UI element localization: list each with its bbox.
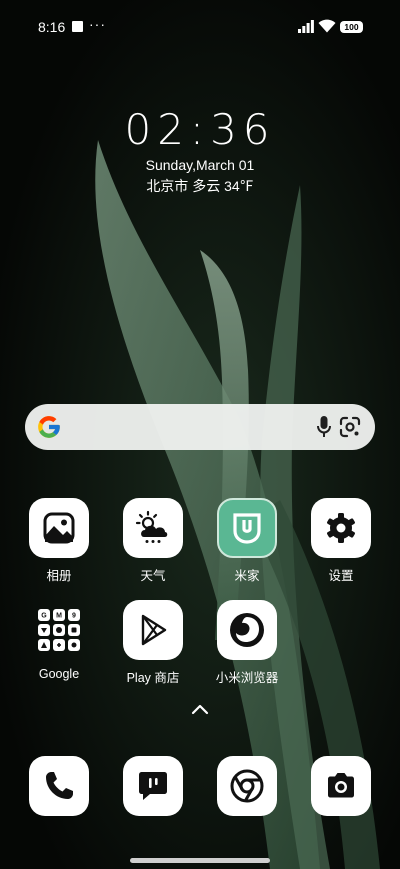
google-logo-icon <box>38 416 60 438</box>
dock-camera[interactable] <box>311 756 371 816</box>
dock-messages[interactable] <box>123 756 183 816</box>
browser-app-tile[interactable] <box>217 600 277 660</box>
browser-icon <box>230 613 264 647</box>
app-mijia[interactable]: 米家 <box>202 498 292 584</box>
wifi-icon <box>318 19 336 33</box>
app-google-folder[interactable]: G M 9 Google <box>14 600 104 681</box>
gallery-app-tile[interactable] <box>29 498 89 558</box>
app-label: 设置 <box>328 569 354 583</box>
app-label: 天气 <box>140 569 166 583</box>
messages-icon <box>139 772 167 800</box>
notification-icon <box>72 21 83 32</box>
svg-text:M: M <box>56 613 62 620</box>
weather-app-tile[interactable] <box>123 498 183 558</box>
mic-icon[interactable] <box>317 416 331 438</box>
camera-icon <box>328 773 354 798</box>
gear-icon <box>327 513 355 543</box>
status-bar: 8:16 ··· 100 <box>0 0 400 54</box>
app-label: Play 商店 <box>126 671 180 685</box>
app-label: 米家 <box>234 569 260 583</box>
google-folder-icon: G M 9 <box>38 609 80 651</box>
weather-icon <box>135 510 168 543</box>
clock-time: 02:36 <box>124 105 276 154</box>
clock-date: Sunday,March 01 <box>145 157 255 173</box>
svg-text:9: 9 <box>72 613 76 620</box>
clock-weather: 北京市 多云 34℉ <box>146 178 254 194</box>
app-play-store[interactable]: Play 商店 <box>108 600 198 686</box>
app-settings[interactable]: 设置 <box>296 498 386 584</box>
play-store-tile[interactable] <box>123 600 183 660</box>
app-weather[interactable]: 天气 <box>108 498 198 584</box>
app-gallery[interactable]: 相册 <box>14 498 104 584</box>
dock-chrome[interactable] <box>217 756 277 816</box>
app-label: 小米浏览器 <box>215 671 279 685</box>
phone-icon <box>46 772 73 799</box>
more-notifications-icon: ··· <box>89 16 106 32</box>
chevron-up-icon[interactable] <box>190 702 210 716</box>
gallery-icon <box>43 512 75 544</box>
google-folder-tile[interactable]: G M 9 <box>29 600 89 660</box>
app-mi-browser[interactable]: 小米浏览器 <box>202 600 292 686</box>
status-time: 8:16 <box>38 19 66 35</box>
chrome-icon <box>230 769 264 803</box>
google-search-bar[interactable] <box>25 404 375 450</box>
mijia-icon <box>233 513 261 544</box>
settings-app-tile[interactable] <box>311 498 371 558</box>
clock-widget[interactable]: 02:36 Sunday,March 01 北京市 多云 34℉ <box>0 105 400 196</box>
app-label: 相册 <box>46 569 72 583</box>
play-store-icon <box>141 614 167 646</box>
dock-phone[interactable] <box>29 756 89 816</box>
mijia-app-tile[interactable] <box>217 498 277 558</box>
battery-icon: 100 <box>340 21 363 33</box>
lens-icon[interactable] <box>339 416 361 438</box>
app-label: Google <box>38 667 80 681</box>
signal-icon <box>298 20 314 33</box>
gesture-nav-handle[interactable] <box>130 858 270 863</box>
svg-text:G: G <box>41 613 47 620</box>
